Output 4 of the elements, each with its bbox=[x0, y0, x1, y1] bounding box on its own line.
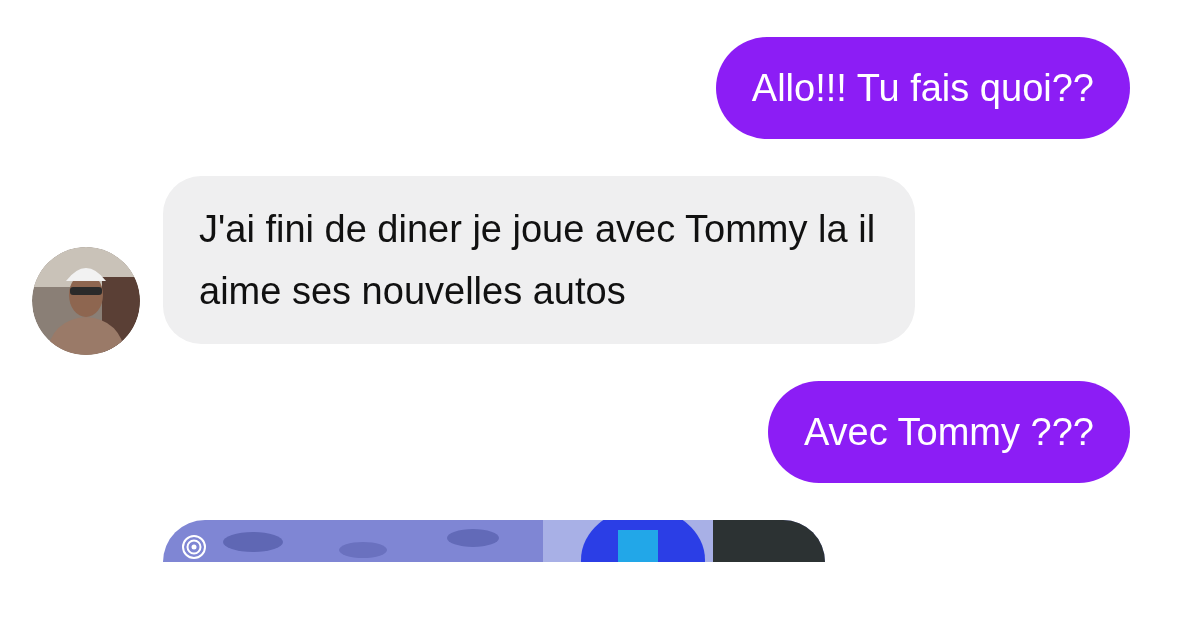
received-message: J'ai fini de diner je joue avec Tommy la il aime ses nouvelles autos bbox=[163, 176, 915, 344]
sent-message: Allo!!! Tu fais quoi?? bbox=[715, 37, 1130, 139]
target-icon[interactable] bbox=[181, 534, 207, 560]
sent-message: Avec Tommy ??? bbox=[767, 381, 1130, 483]
